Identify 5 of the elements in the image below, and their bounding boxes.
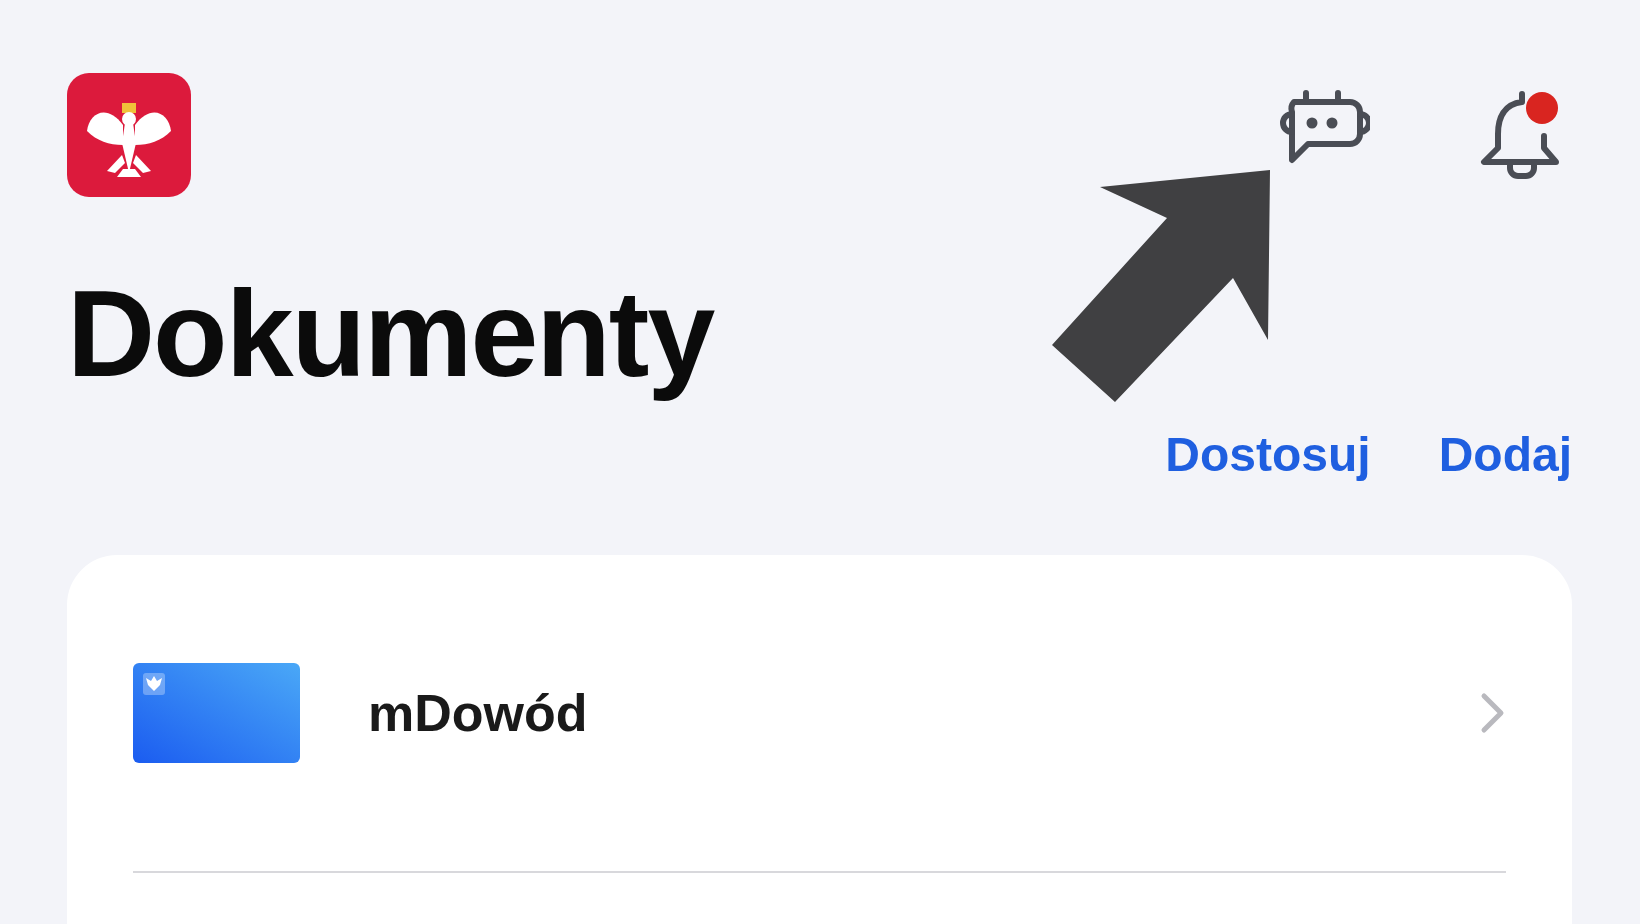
id-card-icon [133, 663, 300, 764]
add-link[interactable]: Dodaj [1438, 427, 1572, 483]
page-title: Dokumenty [67, 267, 714, 402]
document-name[interactable]: mDowód [368, 683, 1412, 744]
customize-link[interactable]: Dostosuj [1165, 427, 1371, 483]
